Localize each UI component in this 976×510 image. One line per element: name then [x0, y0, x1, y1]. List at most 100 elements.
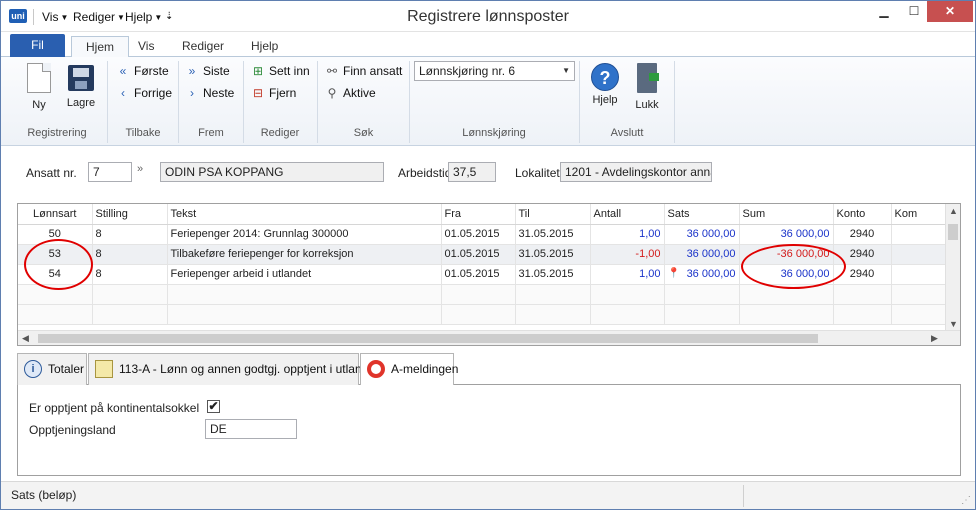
annotation-oval-sum	[741, 244, 846, 289]
cell-fra[interactable]: 01.05.2015	[441, 244, 516, 265]
scroll-right-icon[interactable]: ▶	[931, 333, 938, 344]
tab-113a[interactable]: 113-A - Lønn og annen godtgj. opptjent i…	[88, 353, 378, 385]
remove-button[interactable]: ⊟ Fjern	[250, 84, 296, 102]
tab-a-meldingen[interactable]: A-meldingen	[360, 353, 458, 386]
column-header[interactable]: Kom	[891, 204, 947, 225]
cell-sats[interactable]: 36 000,00	[664, 224, 740, 245]
tab-vis[interactable]: Vis	[124, 36, 168, 57]
cell-tekst[interactable]: Feriepenger arbeid i utlandet	[167, 264, 442, 285]
cell-kommentar[interactable]	[891, 244, 947, 265]
close-button[interactable]: Lukk	[627, 63, 667, 111]
exit-door-icon	[637, 63, 659, 93]
resize-grip-icon[interactable]: ⋰	[961, 495, 971, 506]
scroll-up-icon[interactable]: ▲	[949, 206, 958, 216]
active-filter-button[interactable]: ⚲ Aktive	[324, 84, 376, 102]
tab-hjem[interactable]: Hjem	[71, 36, 130, 58]
cell-stilling[interactable]: 8	[92, 244, 168, 265]
minimize-button[interactable]: ▁	[867, 1, 901, 22]
cell-sum[interactable]: 36 000,00	[739, 224, 834, 245]
save-button[interactable]: Lagre	[61, 63, 101, 109]
cell-antall[interactable]: 1,00	[590, 264, 665, 285]
scroll-left-icon[interactable]: ◀	[22, 333, 29, 344]
cell-konto[interactable]: 2940	[833, 224, 892, 245]
tab-hjelp[interactable]: Hjelp	[237, 36, 292, 57]
column-header[interactable]: Sats	[664, 204, 740, 225]
group-label-lonnskjoring: Lønnskjøring	[462, 127, 526, 139]
tab-fil[interactable]: Fil	[10, 34, 65, 57]
double-chevron-right-icon[interactable]: »	[137, 163, 143, 175]
double-chevron-left-icon: «	[119, 64, 127, 78]
empty-row[interactable]	[18, 304, 947, 325]
close-window-button[interactable]: ✕	[927, 1, 973, 22]
double-chevron-right-icon: »	[188, 64, 196, 78]
chevron-down-icon: ▼	[562, 66, 570, 75]
filter-icon: ⚲	[327, 86, 337, 100]
last-button[interactable]: » Siste	[184, 62, 230, 80]
maximize-button[interactable]: ☐	[901, 1, 927, 22]
group-label-sok: Søk	[353, 127, 374, 139]
cell-kommentar[interactable]	[891, 224, 947, 245]
cell-sats[interactable]: 📍 36 000,00	[664, 264, 740, 285]
column-header[interactable]: Stilling	[92, 204, 168, 225]
scroll-down-icon[interactable]: ▼	[949, 319, 958, 329]
tab-totaler[interactable]: i Totaler	[17, 353, 87, 385]
worktime-label: Arbeidstid	[398, 166, 452, 180]
country-label: Opptjeningsland	[29, 423, 116, 437]
scroll-thumb[interactable]	[948, 224, 958, 240]
cell-antall[interactable]: -1,00	[590, 244, 665, 265]
tab-rediger[interactable]: Rediger	[168, 36, 238, 57]
previous-button[interactable]: ‹ Forrige	[115, 84, 172, 102]
status-separator	[743, 485, 744, 507]
cell-sats[interactable]: 36 000,00	[664, 244, 740, 265]
chevron-right-icon: ›	[190, 86, 194, 100]
new-button[interactable]: Ny	[19, 63, 59, 111]
cell-tekst[interactable]: Tilbakeføre feriepenger for korreksjon	[167, 244, 442, 265]
column-header[interactable]: Til	[515, 204, 591, 225]
country-input[interactable]: DE	[205, 419, 297, 439]
group-label-avslutt: Avslutt	[610, 127, 644, 139]
cell-tekst[interactable]: Feriepenger 2014: Grunnlag 300000	[167, 224, 442, 245]
next-button[interactable]: › Neste	[184, 84, 234, 102]
column-header[interactable]: Konto	[833, 204, 892, 225]
table-insert-icon: ⊞	[252, 64, 264, 78]
vertical-scrollbar[interactable]: ▲ ▼	[945, 204, 960, 331]
column-header[interactable]: Antall	[590, 204, 665, 225]
cell-stilling[interactable]: 8	[92, 224, 168, 245]
column-header[interactable]: Lønnsart	[18, 204, 93, 225]
column-header[interactable]: Sum	[739, 204, 834, 225]
cell-til[interactable]: 31.05.2015	[515, 244, 591, 265]
ribbon: Ny Lagre Registrering «Første ‹ Forrige T…	[1, 57, 975, 146]
table-row[interactable]: 50 8 Feriepenger 2014: Grunnlag 300000 0…	[18, 224, 947, 245]
a-meldingen-panel: Er opptjent på kontinentalsokkel ✔ Opptj…	[17, 385, 961, 476]
note-icon	[95, 360, 113, 378]
continental-shelf-checkbox[interactable]: ✔	[207, 400, 220, 413]
cell-til[interactable]: 31.05.2015	[515, 264, 591, 285]
scroll-thumb[interactable]	[38, 334, 818, 343]
cell-fra[interactable]: 01.05.2015	[441, 264, 516, 285]
cell-kommentar[interactable]	[891, 264, 947, 285]
cell-til[interactable]: 31.05.2015	[515, 224, 591, 245]
employee-number-input[interactable]: 7	[88, 162, 132, 182]
help-button[interactable]: ? Hjelp	[585, 63, 625, 106]
column-header[interactable]: Fra	[441, 204, 516, 225]
help-icon: ?	[591, 63, 619, 91]
group-label-tilbake: Tilbake	[125, 127, 161, 139]
cell-fra[interactable]: 01.05.2015	[441, 224, 516, 245]
find-employee-button[interactable]: ⚯ Finn ansatt	[324, 62, 402, 80]
save-disk-icon	[68, 65, 94, 91]
horizontal-scrollbar[interactable]: ◀ ▶	[18, 330, 960, 345]
cell-antall[interactable]: 1,00	[590, 224, 665, 245]
cell-stilling[interactable]: 8	[92, 264, 168, 285]
first-button[interactable]: «Første	[115, 62, 169, 80]
group-label-frem: Frem	[198, 127, 224, 139]
payroll-run-select[interactable]: Lønnskjøring nr. 6 ▼	[414, 61, 575, 81]
employee-number-label: Ansatt nr.	[26, 166, 77, 180]
table-remove-icon: ⊟	[252, 86, 264, 100]
column-header[interactable]: Tekst	[167, 204, 442, 225]
status-text: Sats (beløp)	[11, 488, 77, 502]
group-separator	[674, 61, 675, 143]
annotation-oval-lonnsart	[24, 239, 93, 290]
new-document-icon	[27, 63, 51, 93]
insert-button[interactable]: ⊞ Sett inn	[250, 62, 310, 80]
binoculars-icon: ⚯	[326, 64, 338, 78]
